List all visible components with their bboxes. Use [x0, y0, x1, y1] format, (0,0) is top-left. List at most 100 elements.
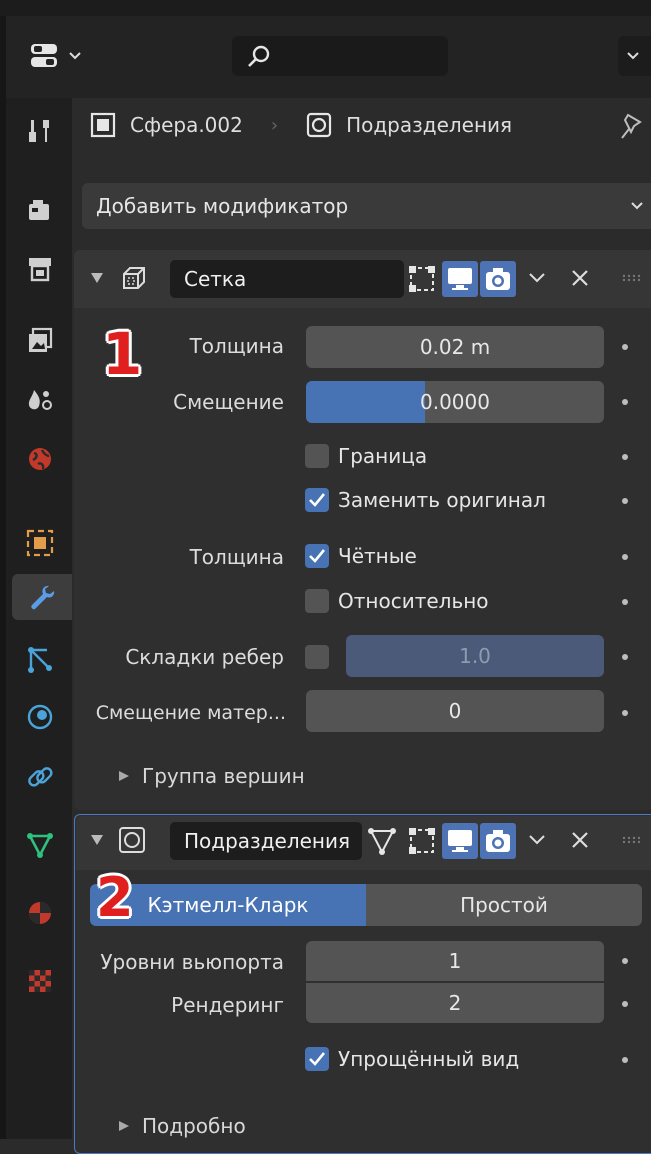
- drag-handle-icon[interactable]: [622, 274, 644, 282]
- material-offset-label: Смещение матер...: [95, 702, 286, 724]
- relative-checkbox[interactable]: [305, 589, 329, 613]
- modifier-name-field[interactable]: Подразделения: [170, 822, 362, 860]
- tab-render[interactable]: [14, 188, 66, 234]
- particles-icon: [28, 647, 52, 673]
- chevron-down-icon[interactable]: [528, 272, 546, 284]
- keyframe-dot[interactable]: [622, 344, 628, 350]
- constraints-icon: [28, 767, 53, 787]
- chevron-down-icon[interactable]: [528, 834, 546, 846]
- keyframe-dot[interactable]: [622, 654, 628, 660]
- breadcrumb-modifier: Подразделения: [346, 113, 513, 137]
- on-cage-toggle[interactable]: [364, 823, 400, 859]
- subdivision-icon: [119, 827, 145, 853]
- tab-constraints[interactable]: [14, 754, 66, 800]
- crease-edges-checkbox[interactable]: [305, 645, 329, 669]
- vertex-group-subpanel[interactable]: Группа вершин: [118, 764, 305, 788]
- tab-modifier[interactable]: [12, 574, 72, 620]
- collapse-triangle-icon[interactable]: [90, 272, 104, 284]
- keyframe-dot[interactable]: [622, 498, 628, 504]
- thickness-label: Толщина: [189, 334, 284, 358]
- thickness-field[interactable]: 0.02 m: [306, 326, 604, 368]
- editor-type-dropdown[interactable]: [22, 36, 88, 76]
- optimal-display-checkbox[interactable]: [305, 1047, 329, 1071]
- crease-edges-label: Складки ребер: [125, 645, 284, 669]
- replace-original-checkbox[interactable]: [305, 488, 329, 512]
- chevron-down-icon: [69, 52, 81, 60]
- render-levels-field[interactable]: 2: [306, 983, 604, 1023]
- texture-icon: [29, 970, 51, 992]
- camera-icon: [486, 268, 510, 290]
- checkmark-icon: [309, 1052, 326, 1066]
- subdivision-modifier-icon: [306, 112, 332, 138]
- tab-particles[interactable]: [14, 636, 66, 682]
- mesh-object-icon: [90, 112, 116, 138]
- offset-value: 0.0000: [420, 390, 490, 414]
- expand-triangle-icon: [119, 1121, 129, 1131]
- tab-scene[interactable]: [14, 376, 66, 422]
- options-dropdown[interactable]: [618, 36, 651, 76]
- viewport-toggle[interactable]: [442, 261, 478, 297]
- add-modifier-button[interactable]: Добавить модификатор: [82, 183, 651, 229]
- modifier-name: Сетка: [184, 267, 247, 291]
- viewport-toggle[interactable]: [442, 823, 478, 859]
- close-icon[interactable]: [570, 830, 590, 850]
- keyframe-dot[interactable]: [622, 599, 628, 605]
- edit-mode-toggle[interactable]: [404, 261, 440, 297]
- material-offset-field[interactable]: 0: [306, 690, 604, 732]
- checkmark-icon: [309, 549, 326, 563]
- tab-tool[interactable]: [14, 108, 66, 154]
- tab-material[interactable]: [14, 890, 66, 936]
- annotation-number: 2: [96, 866, 134, 929]
- vertex-triangle-icon: [368, 828, 396, 855]
- even-thickness-label: Чётные: [338, 544, 417, 568]
- tab-world[interactable]: [14, 436, 66, 482]
- replace-original-label: Заменить оригинал: [338, 488, 546, 512]
- pin-icon[interactable]: [620, 112, 646, 140]
- even-thickness-checkbox[interactable]: [305, 544, 329, 568]
- add-modifier-label: Добавить модификатор: [96, 194, 349, 218]
- keyframe-dot[interactable]: [622, 1057, 628, 1063]
- expand-triangle-icon: [119, 771, 129, 781]
- boundary-label: Граница: [338, 444, 428, 468]
- material-icon: [29, 902, 51, 924]
- close-icon[interactable]: [570, 268, 590, 288]
- vertex-group-label: Группа вершин: [142, 764, 305, 788]
- edit-mode-toggle[interactable]: [404, 823, 440, 859]
- keyframe-dot[interactable]: [622, 554, 628, 560]
- keyframe-dot[interactable]: [622, 958, 628, 964]
- keyframe-dot[interactable]: [622, 710, 628, 716]
- render-toggle[interactable]: [480, 823, 516, 859]
- tab-data[interactable]: [14, 822, 66, 868]
- levels-viewport-field[interactable]: 1: [306, 941, 604, 981]
- advanced-label: Подробно: [142, 1114, 246, 1138]
- tab-view-layer[interactable]: [14, 318, 66, 364]
- material-offset-value: 0: [448, 699, 462, 723]
- advanced-subpanel[interactable]: Подробно: [118, 1114, 246, 1138]
- simple-option[interactable]: Простой: [366, 884, 642, 926]
- search-input[interactable]: [232, 36, 448, 76]
- modifier-name: Подразделения: [184, 829, 351, 853]
- offset-label: Смещение: [173, 390, 284, 414]
- tab-physics[interactable]: [14, 694, 66, 740]
- offset-slider-fill: [306, 381, 426, 423]
- collapse-triangle-icon[interactable]: [90, 834, 104, 846]
- keyframe-dot[interactable]: [622, 1001, 628, 1007]
- tab-object[interactable]: [14, 520, 66, 566]
- keyframe-dot[interactable]: [622, 399, 628, 405]
- object-icon: [26, 529, 54, 557]
- properties-editor-icon: [31, 44, 57, 67]
- drag-handle-icon[interactable]: [622, 836, 644, 844]
- tab-output[interactable]: [14, 246, 66, 292]
- edit-mode-icon: [409, 828, 435, 854]
- scene-icon: [28, 390, 52, 410]
- render-toggle[interactable]: [480, 261, 516, 297]
- modifier-name-field[interactable]: Сетка: [170, 260, 404, 298]
- keyframe-dot[interactable]: [622, 454, 628, 460]
- boundary-checkbox[interactable]: [305, 444, 329, 468]
- tab-texture[interactable]: [14, 958, 66, 1004]
- optimal-display-label: Упрощённый вид: [338, 1047, 520, 1071]
- breadcrumb: Сфера.002 › Подразделения: [90, 112, 512, 138]
- search-icon: [248, 45, 270, 67]
- offset-slider[interactable]: 0.0000: [306, 381, 604, 423]
- annotation-number: 1: [102, 320, 143, 388]
